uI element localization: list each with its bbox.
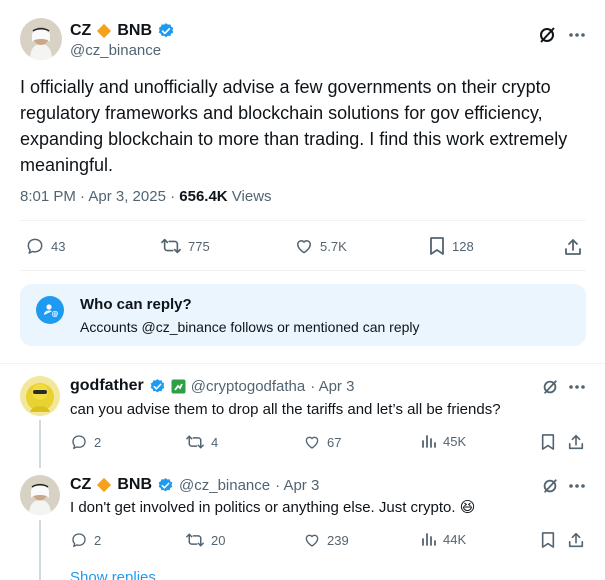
avatar[interactable]: [20, 475, 60, 515]
reply-text: can you advise them to drop all the tari…: [70, 401, 501, 418]
repost-count: 4: [211, 434, 219, 450]
grok-slash-icon[interactable]: [540, 476, 560, 496]
repost-icon: [160, 236, 182, 256]
divider: [0, 363, 605, 364]
show-replies-link[interactable]: Show replies: [70, 569, 156, 580]
reply-count: 2: [94, 434, 102, 450]
views-count: 45K: [443, 433, 467, 449]
bookmark-icon: [428, 236, 446, 256]
like-action[interactable]: 67: [303, 433, 341, 451]
views-count: 44K: [443, 531, 467, 547]
views-action[interactable]: 44K: [421, 531, 466, 547]
repost-action[interactable]: 20: [185, 531, 225, 549]
author-handle[interactable]: @cz_binance: [70, 42, 161, 59]
thread-line: [39, 520, 41, 580]
more-options-icon[interactable]: [566, 476, 588, 496]
like-action[interactable]: 5.7K: [294, 236, 347, 256]
reply-action[interactable]: 2: [70, 531, 101, 549]
reply-author-row: godfather @cryptogodfatha · Apr 3: [70, 376, 354, 396]
svg-text:@: @: [52, 310, 59, 318]
author-row: CZ BNB: [70, 20, 175, 42]
avatar[interactable]: [20, 18, 62, 60]
divider: [20, 220, 586, 221]
reply-author-row: CZ BNB @cz_binance · Apr 3: [70, 475, 319, 495]
verified-badge-icon: [157, 22, 175, 40]
heart-icon: [303, 433, 321, 451]
repost-action[interactable]: 4: [185, 433, 218, 451]
bookmark-count: 128: [452, 238, 474, 254]
repost-icon: [185, 531, 205, 549]
tweet-timestamp[interactable]: 8:01 PM · Apr 3, 2025 ·: [20, 188, 179, 205]
reply-date[interactable]: · Apr 3: [275, 477, 319, 494]
affiliation-label[interactable]: BNB: [117, 22, 152, 40]
reply-action[interactable]: 2: [70, 433, 101, 451]
like-count: 67: [327, 434, 342, 450]
bnb-diamond-icon: [96, 23, 112, 39]
views-action[interactable]: 45K: [421, 433, 466, 449]
grok-slash-icon[interactable]: [540, 377, 560, 397]
reply-action[interactable]: 43: [25, 236, 65, 256]
reply-handle[interactable]: @cryptogodfatha: [191, 378, 305, 395]
verified-badge-icon: [149, 378, 166, 395]
reply-date[interactable]: · Apr 3: [310, 378, 354, 395]
like-count: 5.7K: [320, 238, 347, 254]
comment-icon: [70, 531, 88, 549]
bnb-diamond-icon: [96, 477, 112, 493]
who-can-reply-box: @ Who can reply? Accounts @cz_binance fo…: [20, 284, 586, 346]
bookmark-icon[interactable]: [538, 530, 558, 550]
who-can-reply-subtitle: Accounts @cz_binance follows or mentione…: [80, 319, 420, 335]
who-can-reply-title: Who can reply?: [80, 296, 192, 313]
more-options-icon[interactable]: [566, 377, 588, 397]
tweet-text: I officially and unofficially advise a f…: [20, 77, 568, 175]
like-count: 239: [327, 532, 349, 548]
views-chart-icon: [421, 531, 437, 547]
repost-action[interactable]: 775: [160, 236, 210, 256]
affiliate-badge-icon: [171, 379, 186, 394]
views-count: 656.4K: [179, 188, 228, 205]
grok-slash-icon[interactable]: [536, 24, 558, 46]
more-options-icon[interactable]: [566, 24, 588, 46]
repost-icon: [185, 433, 205, 451]
share-icon[interactable]: [566, 432, 586, 452]
avatar[interactable]: [20, 376, 60, 416]
tweet-meta: 8:01 PM · Apr 3, 2025 · 656.4K Views: [20, 188, 272, 205]
comment-icon: [25, 236, 45, 256]
verified-badge-icon: [157, 477, 174, 494]
divider: [20, 270, 586, 271]
heart-icon: [303, 531, 321, 549]
views-chart-icon: [421, 433, 437, 449]
affiliation-label[interactable]: BNB: [117, 476, 152, 494]
heart-icon: [294, 236, 314, 256]
bookmark-action[interactable]: 128: [428, 236, 474, 256]
comment-icon: [70, 433, 88, 451]
mentioned-user-icon: @: [36, 296, 64, 324]
share-icon[interactable]: [566, 530, 586, 550]
reply-handle[interactable]: @cz_binance: [179, 477, 270, 494]
reply-author-name[interactable]: godfather: [70, 377, 144, 395]
thread-line: [39, 420, 41, 468]
repost-count: 775: [188, 238, 210, 254]
reply-count: 43: [51, 238, 66, 254]
repost-count: 20: [211, 532, 226, 548]
share-icon[interactable]: [562, 236, 584, 258]
reply-author-name[interactable]: CZ: [70, 476, 91, 494]
author-name[interactable]: CZ: [70, 22, 91, 40]
bookmark-icon[interactable]: [538, 432, 558, 452]
like-action[interactable]: 239: [303, 531, 349, 549]
reply-count: 2: [94, 532, 102, 548]
reply-text: I don't get involved in politics or anyt…: [70, 499, 476, 516]
views-label: Views: [227, 188, 272, 205]
